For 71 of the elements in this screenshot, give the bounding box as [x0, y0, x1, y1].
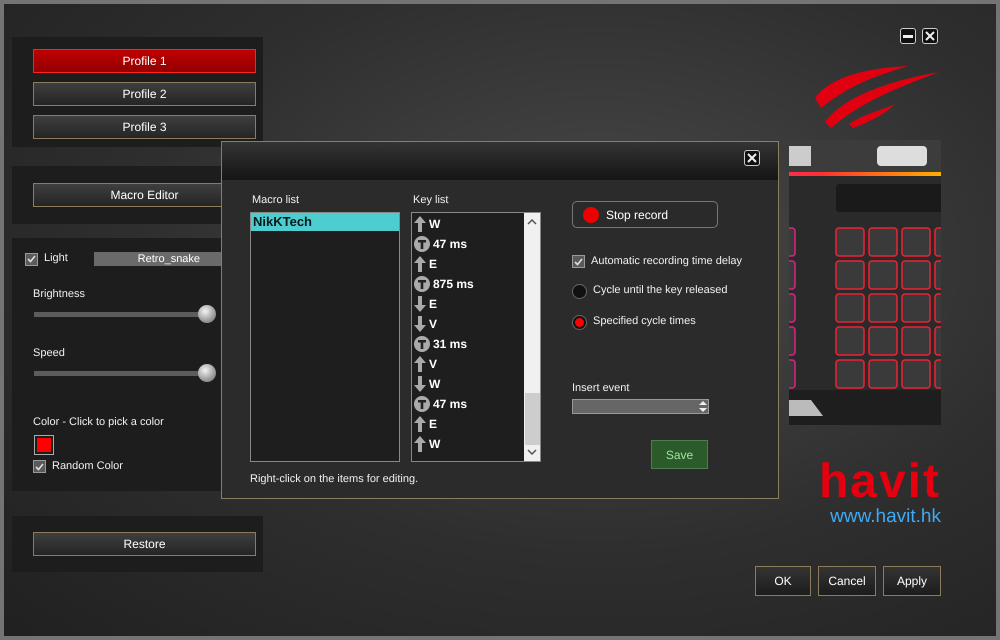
key-event[interactable]: E [429, 297, 438, 311]
minimize-button[interactable] [900, 28, 916, 44]
profile-button[interactable]: Profile 3 [33, 115, 256, 139]
random-color-label: Random Color [52, 460, 123, 472]
key-event[interactable]: 31 ms [433, 337, 468, 351]
slider-thumb[interactable] [198, 364, 216, 382]
profile-button[interactable]: Profile 2 [33, 82, 256, 106]
checkbox[interactable] [33, 460, 46, 473]
close-icon [747, 153, 757, 163]
scrollbar-thumb[interactable] [524, 393, 540, 445]
minimize-icon [903, 34, 913, 38]
key-event[interactable]: 875 ms [433, 277, 474, 291]
checkbox[interactable] [572, 255, 585, 268]
option-label: Automatic recording time delay [591, 255, 742, 267]
arrow-down-icon [414, 316, 426, 332]
key-event[interactable]: E [429, 257, 438, 271]
arrow-up-icon [414, 356, 426, 372]
color-swatch[interactable] [35, 436, 53, 454]
slider-label: Speed [33, 347, 65, 359]
timer-icon [414, 336, 430, 352]
checkmark-icon [35, 462, 44, 470]
key-list-label: Key list [412, 194, 448, 206]
key-event[interactable]: 47 ms [433, 397, 468, 411]
slider-thumb[interactable] [198, 305, 216, 323]
key-event[interactable]: E [429, 417, 438, 431]
timer-icon [414, 396, 430, 412]
profile-button[interactable]: Profile 1 [33, 49, 256, 73]
key-event[interactable]: W [429, 437, 440, 451]
key-event[interactable]: 47 ms [433, 237, 468, 251]
website-url[interactable]: www.havit.hk [830, 506, 941, 528]
key-event[interactable]: V [429, 357, 438, 371]
arrow-down-icon [414, 296, 426, 312]
key-event[interactable]: V [429, 317, 438, 331]
arrow-up-icon [414, 416, 426, 432]
close-button[interactable] [744, 150, 760, 166]
checkmark-icon [574, 258, 583, 266]
save-button[interactable]: Save [651, 440, 708, 469]
scroll-down-icon [527, 449, 537, 455]
key-event[interactable]: W [429, 217, 440, 231]
timer-icon [414, 276, 430, 292]
dialog-button[interactable]: Apply [883, 566, 941, 596]
macro-item[interactable]: NikKTech [251, 213, 399, 231]
arrow-down-icon [414, 376, 426, 392]
scroll-up-icon [527, 219, 537, 225]
record-icon [583, 206, 599, 222]
brand-logo: havit [818, 462, 941, 502]
close-button[interactable] [922, 28, 938, 44]
radio-button[interactable] [572, 284, 587, 299]
color-label: Color - Click to pick a color [33, 416, 164, 428]
insert-event-label: Insert event [572, 382, 630, 394]
arrow-up-icon [414, 216, 426, 232]
arrow-up-icon [414, 256, 426, 272]
radio-button[interactable] [572, 315, 587, 330]
light-label: Light [44, 252, 68, 264]
claw-logo-icon [813, 64, 941, 128]
dialog-button[interactable]: Cancel [818, 566, 876, 596]
scrollbar[interactable] [524, 213, 540, 461]
checkmark-icon [27, 255, 36, 263]
arrow-up-icon [414, 436, 426, 452]
option-label: Specified cycle times [593, 315, 696, 327]
slider-label: Brightness [33, 288, 85, 300]
close-icon [925, 31, 935, 41]
stop-record-button[interactable]: Stop record [572, 201, 718, 228]
editing-hint: Right-click on the items for editing. [250, 473, 418, 485]
spinner-arrows-icon [698, 400, 708, 413]
checkbox[interactable] [25, 252, 38, 266]
key-event[interactable]: W [429, 377, 440, 391]
dialog-button[interactable]: OK [755, 566, 811, 596]
restore-button[interactable]: Restore [33, 532, 256, 556]
option-label: Cycle until the key released [593, 284, 728, 296]
timer-icon [414, 236, 430, 252]
